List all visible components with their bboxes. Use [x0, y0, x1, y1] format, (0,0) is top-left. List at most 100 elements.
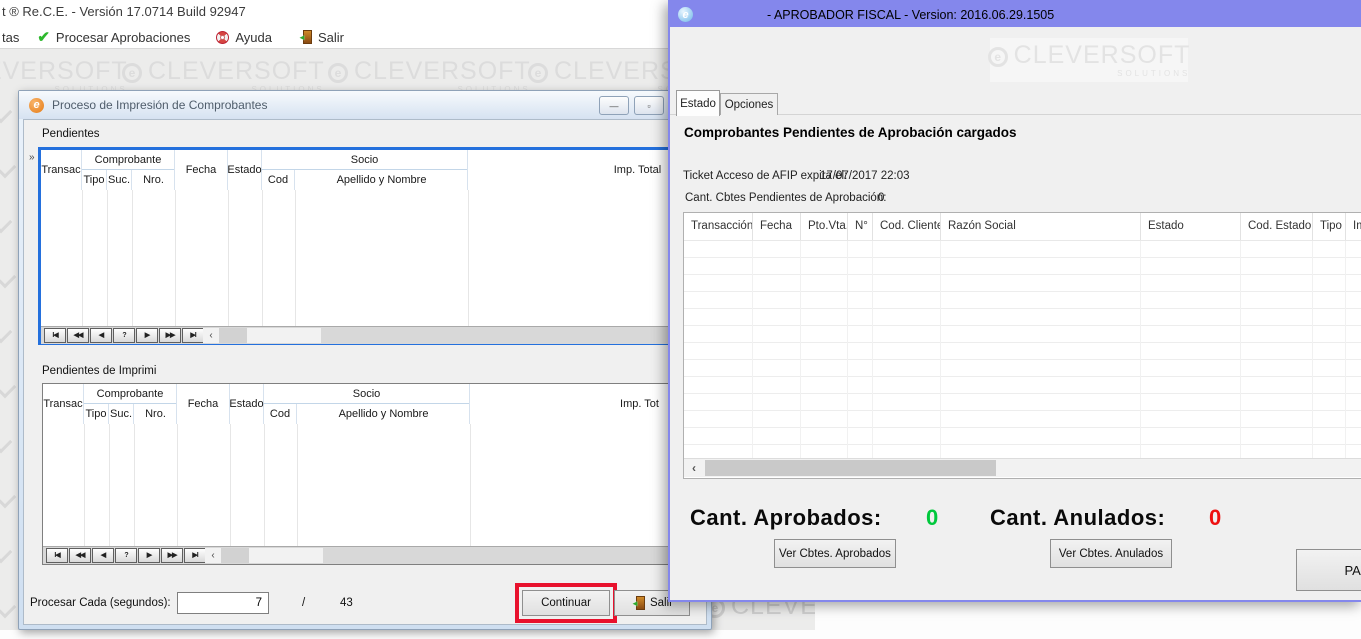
column-header-fecha: Fecha: [175, 150, 228, 190]
column-header-imp-total: Imp. Tot: [470, 384, 697, 424]
comprobantes-grid: TransacciónFechaPto.Vta.N°Cod. ClienteRa…: [683, 212, 1361, 479]
continuar-button[interactable]: Continuar: [522, 590, 610, 616]
interval-separator: /: [302, 597, 305, 609]
nav-buttons: I◀◀◀◀?▶▶▶▶I: [44, 328, 205, 344]
interval-counter: 43: [340, 597, 353, 609]
print-window-body: Pendientes » Transac Comprobante Tipo Su…: [23, 119, 707, 625]
column-group-socio: Socio Cod Apellido y Nombre: [264, 384, 470, 424]
cleversoft-watermark: eCLEVERSOFTSOLUTIONS: [328, 59, 531, 94]
tab-opciones[interactable]: Opciones: [720, 93, 778, 115]
grid-nav-button[interactable]: ◀: [92, 548, 114, 563]
menu-item-ayuda[interactable]: Ayuda: [216, 30, 272, 45]
grid-column: [684, 241, 753, 458]
grid-nav-button[interactable]: ▶I: [184, 548, 206, 563]
cleversoft-watermark: eCLEVERSOFTSOLUTIONS: [0, 59, 128, 94]
minimize-button[interactable]: —: [599, 96, 629, 115]
tab-estado[interactable]: Estado: [676, 90, 720, 116]
column-header-socio: Socio: [262, 150, 467, 170]
grid-column: [941, 241, 1141, 458]
column-header-apellido: Apellido y Nombre: [297, 404, 470, 424]
horizontal-scrollbar[interactable]: ‹: [684, 458, 1361, 477]
grid-nav-button[interactable]: ?: [115, 548, 137, 563]
grid-column-line: [295, 190, 296, 326]
nav-buttons: I◀◀◀◀?▶▶▶▶I: [46, 548, 207, 564]
grid-nav-button[interactable]: ◀◀: [69, 548, 91, 563]
column-header-nro: Nro.: [134, 404, 177, 424]
chevron-icon: [0, 486, 16, 509]
interval-label: Procesar Cada (segundos):: [30, 597, 171, 609]
grid-nav-button[interactable]: ◀: [90, 328, 112, 343]
print-process-window: e Proceso de Impresión de Comprobantes —…: [18, 90, 712, 630]
continuar-label: Continuar: [541, 597, 591, 609]
column-header-5: Cod. Cliente: [873, 213, 941, 240]
scrollbar-thumb[interactable]: [219, 328, 247, 343]
watermark-brand: CLEVERSOFTSOLUTIONS: [354, 59, 531, 94]
scroll-left-arrow-icon[interactable]: ‹: [684, 461, 704, 475]
horizontal-scrollbar[interactable]: ‹: [205, 548, 323, 563]
grid-column: [1141, 241, 1241, 458]
grid-body[interactable]: [43, 424, 697, 546]
grid-column-line: [177, 424, 178, 546]
aprobador-fiscal-window: e - APROBADOR FISCAL - Version: 2016.06.…: [668, 0, 1361, 602]
horizontal-scrollbar[interactable]: ‹: [203, 328, 321, 343]
column-header-transac: Transac: [41, 150, 82, 190]
grid-nav-button[interactable]: ▶: [136, 328, 158, 343]
menu-item-salir[interactable]: Salir: [298, 30, 344, 45]
grid-nav-button[interactable]: I◀: [44, 328, 66, 343]
grid-column: [1313, 241, 1346, 458]
grid-column-line: [82, 190, 83, 326]
ticket-value: 17/07/2017 22:03: [820, 170, 910, 182]
column-header-nro: Nro.: [132, 170, 175, 190]
scroll-left-arrow-icon[interactable]: ‹: [205, 548, 221, 563]
chevron-icon: [0, 101, 12, 124]
button-label: PAUSA: [1344, 563, 1361, 578]
chevron-icon: [0, 541, 12, 564]
grid-nav-button[interactable]: I◀: [46, 548, 68, 563]
column-header-comprobante: Comprobante: [82, 150, 174, 170]
grid-header: Transac Comprobante Tipo Suc. Nro. Fecha…: [41, 150, 697, 190]
grid-column-line: [175, 190, 176, 326]
grid-navigator: I◀◀◀◀?▶▶▶▶I ‹: [41, 326, 697, 344]
cleversoft-logo-icon: e: [988, 47, 1008, 67]
grid-column-line: [297, 424, 298, 546]
column-header-3: Pto.Vta.: [801, 213, 848, 240]
chevron-icon: [0, 431, 12, 454]
watermark-brand: CLEVERSOFTSOLUTIONS: [1014, 43, 1191, 78]
check-icon: ✔: [37, 28, 50, 46]
scrollbar-thumb[interactable]: [705, 460, 996, 476]
grid-body[interactable]: [684, 241, 1361, 458]
grid-nav-button[interactable]: ◀◀: [67, 328, 89, 343]
cleversoft-watermark: eCLEVERSOFTSOLUTIONS: [122, 59, 325, 94]
grid-column-line: [230, 424, 231, 546]
column-header-cod: Cod: [262, 170, 295, 190]
column-header-fecha: Fecha: [177, 384, 230, 424]
menu-item-procesar-aprobaciones[interactable]: ✔Procesar Aprobaciones: [37, 28, 190, 46]
grid-nav-button[interactable]: ▶▶: [161, 548, 183, 563]
grid-column-line: [134, 424, 135, 546]
cleversoft-logo: e CLEVERSOFTSOLUTIONS: [990, 38, 1188, 82]
grid-column-line: [262, 190, 263, 326]
interval-input[interactable]: [177, 592, 269, 614]
ver-cbtes-anulados-button[interactable]: Ver Cbtes. Anulados: [1050, 539, 1172, 568]
pausa-button[interactable]: PAUSA: [1296, 549, 1361, 591]
grid-nav-button[interactable]: ?: [113, 328, 135, 343]
button-label: Ver Cbtes. Aprobados: [779, 548, 891, 560]
approved-count-label: Cant. Aprobados:: [690, 505, 882, 531]
button-label: Ver Cbtes. Anulados: [1059, 548, 1163, 560]
grid-nav-button[interactable]: ▶: [138, 548, 160, 563]
column-header-1: Transacción: [684, 213, 753, 240]
column-header-2: Fecha: [753, 213, 801, 240]
grid-nav-button[interactable]: ▶I: [182, 328, 204, 343]
scroll-left-arrow-icon[interactable]: ‹: [203, 328, 219, 343]
window-title: Proceso de Impresión de Comprobantes: [52, 98, 267, 112]
grid-nav-button[interactable]: ▶▶: [159, 328, 181, 343]
grid-body[interactable]: [41, 190, 697, 326]
grid-column: [1241, 241, 1313, 458]
menu-item-ventas[interactable]: tas: [2, 30, 19, 45]
ver-cbtes-aprobados-button[interactable]: Ver Cbtes. Aprobados: [774, 539, 896, 568]
scrollbar-thumb[interactable]: [221, 548, 249, 563]
watermark-brand: CLEVERSOFTSOLUTIONS: [148, 59, 325, 94]
maximize-button[interactable]: ▫: [634, 96, 664, 115]
column-header-tipo: Tipo: [84, 404, 109, 424]
grid-column: [1346, 241, 1361, 458]
